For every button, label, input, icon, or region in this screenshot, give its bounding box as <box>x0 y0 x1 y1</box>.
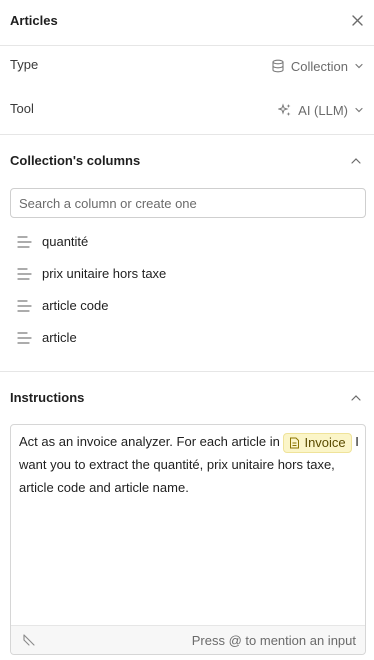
columns-section-title: Collection's columns <box>10 153 141 168</box>
column-item[interactable]: prix unitaire hors taxe <box>0 258 374 290</box>
column-item[interactable]: article code <box>0 290 374 322</box>
column-label: article code <box>42 298 109 313</box>
tool-row: Tool AI (LLM) <box>0 88 374 132</box>
chevron-up-icon[interactable] <box>350 155 362 167</box>
resize-handle-icon[interactable] <box>23 634 35 646</box>
divider <box>0 134 374 135</box>
text-column-icon <box>17 300 32 312</box>
panel-header: Articles <box>0 0 374 46</box>
instructions-text[interactable]: Act as an invoice analyzer. For each art… <box>19 430 359 499</box>
mention-hint: Press @ to mention an input <box>191 633 356 648</box>
text-column-icon <box>17 268 32 280</box>
column-item[interactable]: article <box>0 322 374 354</box>
instructions-text-before: Act as an invoice analyzer. For each art… <box>19 434 284 449</box>
column-label: prix unitaire hors taxe <box>42 266 167 281</box>
type-row: Type Collection <box>0 44 374 88</box>
type-select[interactable]: Collection <box>271 55 364 77</box>
text-column-icon <box>17 236 32 248</box>
chevron-down-icon <box>355 63 363 69</box>
panel-title: Articles <box>10 13 58 28</box>
chevron-down-icon <box>355 107 363 113</box>
close-icon[interactable] <box>351 14 364 27</box>
database-icon <box>272 59 284 73</box>
type-label: Type <box>10 57 39 72</box>
tool-select[interactable]: AI (LLM) <box>278 99 364 121</box>
column-item[interactable]: quantité <box>0 226 374 258</box>
text-column-icon <box>17 332 32 344</box>
column-search-input[interactable] <box>10 188 366 218</box>
instructions-section-title: Instructions <box>10 390 85 405</box>
editor-footer: Press @ to mention an input <box>11 625 365 654</box>
type-value: Collection <box>290 58 348 74</box>
chip-label: Invoice <box>304 434 346 450</box>
instructions-editor[interactable]: Act as an invoice analyzer. For each art… <box>10 424 366 655</box>
document-icon <box>290 437 300 449</box>
divider <box>0 371 374 372</box>
tool-value: AI (LLM) <box>298 102 348 118</box>
sparkles-icon <box>278 103 291 116</box>
tool-label: Tool <box>10 101 34 116</box>
input-mention-chip[interactable]: Invoice <box>283 432 352 453</box>
chevron-up-icon[interactable] <box>350 392 362 404</box>
column-label: article <box>42 330 77 345</box>
column-label: quantité <box>42 234 89 249</box>
